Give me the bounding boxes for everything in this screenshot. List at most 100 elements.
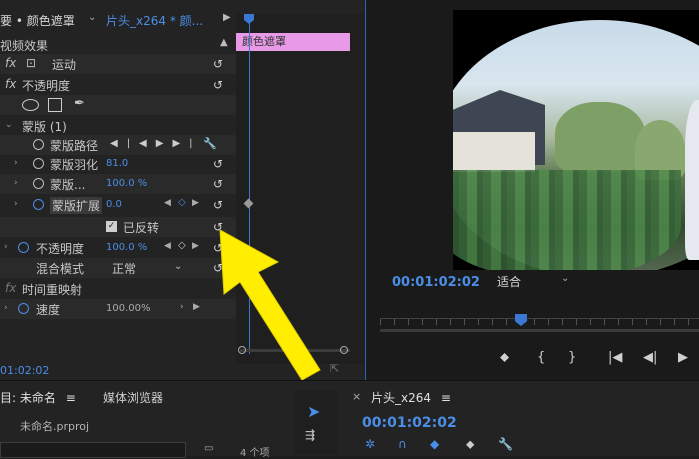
chevron-down-icon[interactable]: ⌄ (5, 120, 13, 130)
speed-label: 速度 (36, 303, 61, 317)
marker-icon[interactable]: ⬥ (500, 350, 509, 365)
sequence-timecode[interactable]: 00:01:02:02 (362, 415, 457, 431)
person-shape (685, 100, 699, 260)
effect-timecode[interactable]: 01:02:02 (0, 364, 49, 377)
building-wall-shape (453, 132, 535, 172)
mask-expansion-label: 蒙版扩展 (50, 197, 103, 214)
next-keyframe-icon[interactable]: › (180, 302, 184, 312)
masked-video-frame (453, 20, 699, 270)
reset-icon[interactable]: ↺ (213, 79, 227, 91)
fx-icon[interactable]: fx (5, 77, 16, 91)
track-select-tool-icon[interactable]: ⇶ (305, 428, 315, 442)
mask-expansion-value[interactable]: 0.0 (106, 199, 122, 210)
reset-icon[interactable]: ↺ (213, 178, 227, 190)
close-icon[interactable]: × (352, 390, 361, 403)
time-remap-label: 时间重映射 (22, 283, 83, 297)
opacity-label: 不透明度 (22, 79, 71, 93)
mask-feather-label: 蒙版羽化 (50, 158, 99, 172)
mask-feather-value[interactable]: 81.0 (106, 158, 128, 169)
fit-dropdown[interactable]: 适合 ⌄ (497, 273, 573, 291)
ellipse-mask-icon[interactable] (22, 99, 39, 111)
stopwatch-icon[interactable] (33, 199, 44, 210)
linked-selection-icon[interactable]: ∩ (398, 437, 407, 451)
stopwatch-icon[interactable] (33, 139, 44, 150)
folder-icon[interactable]: ▭ (204, 443, 213, 454)
program-timecode[interactable]: 00:01:02:02 (392, 275, 480, 290)
menu-icon[interactable]: ≡ (441, 391, 451, 405)
marker-icon[interactable]: ⬥ (466, 437, 474, 452)
media-browser-tab[interactable]: 媒体浏览器 (103, 389, 163, 406)
menu-icon[interactable]: ≡ (66, 391, 76, 405)
rectangle-mask-icon[interactable] (48, 98, 62, 112)
mask-group-row[interactable]: ⌄ 蒙版 (1) (0, 116, 236, 136)
chevron-right-icon[interactable]: › (14, 158, 18, 168)
chevron-right-icon[interactable]: › (14, 178, 18, 188)
items-count: 4 个项 (240, 448, 270, 459)
fx-icon[interactable]: fx (5, 281, 16, 295)
source-title: 颜色遮罩 (26, 14, 75, 28)
snap-icon[interactable]: ✲ (365, 437, 375, 451)
mark-out-icon[interactable]: } (568, 350, 576, 365)
mark-in-icon[interactable]: { (537, 350, 545, 365)
mask-path-row: 蒙版路径 ◀|◀▶▶| 🔧 (0, 135, 236, 155)
next-keyframe-icon[interactable]: ▶ (192, 241, 199, 251)
sequence-tab[interactable]: 片头_x264 ≡ (371, 389, 451, 406)
collapse-icon[interactable]: ▲ (220, 37, 228, 48)
mask-opacity-value[interactable]: 100.0 % (106, 178, 147, 189)
program-scroll-bar[interactable] (380, 329, 699, 332)
arrow-right-icon[interactable]: ▶ (223, 12, 231, 23)
speed-row: › 速度 100.00% › ▶ (0, 299, 236, 319)
stopwatch-icon[interactable] (18, 242, 29, 253)
opacity-effect-row[interactable]: fx 不透明度 ↺ (0, 75, 236, 95)
inverted-checkbox[interactable]: ✓ (106, 221, 117, 232)
motion-row[interactable]: fx ⊡ 运动 ↺ (0, 54, 236, 74)
keyframe-icon[interactable]: ◇ (178, 197, 186, 208)
chevron-right-icon[interactable]: › (4, 242, 8, 252)
scroll-handle-right[interactable] (340, 346, 348, 354)
play-icon[interactable]: ▶ (678, 350, 688, 365)
fx-icon[interactable]: fx (5, 56, 16, 70)
effect-controls-tab[interactable]: 要 • 颜色遮罩 (0, 12, 75, 29)
speed-value[interactable]: 100.00% (106, 303, 151, 314)
reset-icon[interactable]: ↺ (213, 199, 227, 211)
project-search-input[interactable] (0, 442, 186, 458)
reset-icon[interactable]: ↺ (213, 58, 227, 70)
prev-keyframe-icon[interactable]: ◀ (164, 198, 171, 208)
video-preview[interactable] (453, 10, 699, 270)
next-keyframe-icon[interactable]: ▶ (193, 302, 200, 312)
fit-label: 适合 (497, 275, 522, 289)
go-to-in-icon[interactable]: |◀ (608, 350, 622, 365)
wrench-icon[interactable]: 🔧 (203, 137, 217, 150)
step-back-icon[interactable]: ◀| (643, 350, 657, 365)
add-marker-icon[interactable]: ◆ (430, 437, 439, 451)
chevron-down-icon[interactable]: ⌄ (174, 261, 182, 272)
keyframe-icon[interactable]: ◇ (178, 240, 186, 251)
section-title: 视频效果 (0, 39, 49, 53)
wrench-icon[interactable]: 🔧 (498, 437, 513, 451)
chevron-right-icon[interactable]: › (14, 199, 18, 209)
time-remap-row[interactable]: fx 时间重映射 (0, 279, 236, 299)
clip-title[interactable]: 片头_x264 * 颜... (106, 12, 203, 29)
transform-icon: ⊡ (26, 56, 37, 70)
mask-opacity-row: › 蒙版... 100.0 % ↺ (0, 174, 236, 194)
chevron-right-icon[interactable]: › (4, 303, 8, 313)
stopwatch-icon[interactable] (18, 303, 29, 314)
clip-bar[interactable]: 颜色遮罩 (236, 33, 350, 51)
prev-keyframe-icon[interactable]: ◀ (164, 241, 171, 251)
chevron-down-icon[interactable]: ⌄ (561, 273, 569, 284)
mask-track-controls[interactable]: ◀|◀▶▶| (110, 138, 202, 149)
next-keyframe-icon[interactable]: ▶ (192, 198, 199, 208)
export-icon[interactable]: ⇱ (330, 362, 339, 375)
reset-icon[interactable]: ↺ (213, 158, 227, 170)
stopwatch-icon[interactable] (33, 158, 44, 169)
opacity-value[interactable]: 100.0 % (106, 242, 147, 253)
selection-tool-icon[interactable]: ➤ (307, 402, 320, 421)
video-effects-header: 视频效果 ▲ (0, 35, 236, 55)
stopwatch-icon[interactable] (33, 178, 44, 189)
tools-panel: ➤ ⇶ (295, 390, 337, 455)
pen-mask-icon[interactable]: ✒ (74, 96, 85, 111)
chevron-down-icon[interactable]: ⌄ (88, 12, 96, 23)
project-tab[interactable]: 目: 未命名 ≡ (0, 389, 76, 406)
motion-label: 运动 (52, 58, 77, 72)
blend-mode-select[interactable]: 正常 (112, 260, 136, 277)
